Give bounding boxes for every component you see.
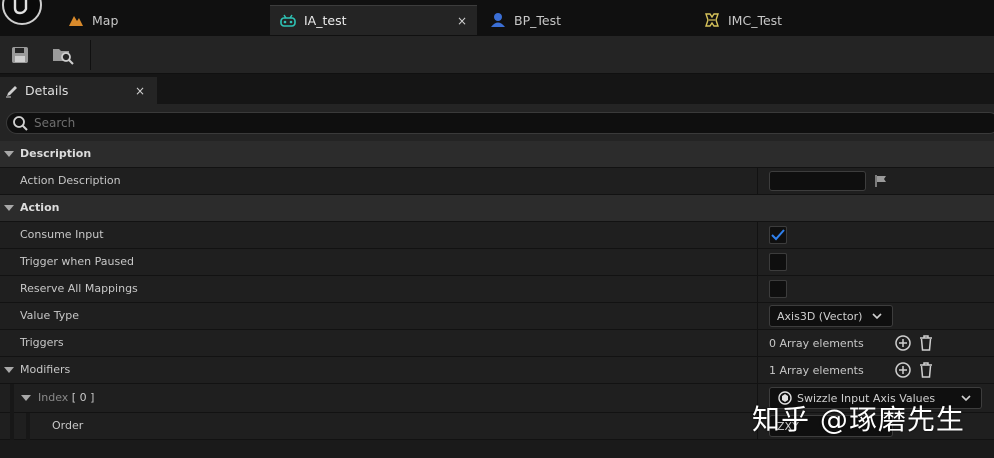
category-title: Description (20, 147, 92, 160)
column-divider[interactable] (757, 222, 758, 248)
property-row-action-description: Action Description (0, 168, 994, 195)
property-row-triggers: Triggers 0 Array elements (0, 330, 994, 357)
chevron-down-icon (872, 311, 882, 321)
collapse-arrow-icon[interactable] (4, 205, 14, 211)
index-label: Index (38, 391, 69, 404)
panel-background (0, 440, 994, 458)
property-row-modifiers: Modifiers 1 Array elements (0, 357, 994, 384)
close-tab-icon[interactable]: × (457, 14, 467, 28)
value-type-dropdown[interactable]: Axis3D (Vector) (769, 305, 893, 327)
triggers-array-count: 0 Array elements (769, 336, 864, 350)
consume-input-checkbox[interactable] (769, 226, 787, 244)
reserve-all-mappings-checkbox[interactable] (769, 280, 787, 298)
property-label: Action Description (20, 174, 121, 187)
column-divider[interactable] (757, 303, 758, 329)
document-tab-bar: Map IA_test × BP_Test IMC_Test (0, 0, 994, 36)
property-label: Modifiers (20, 363, 71, 376)
pencil-icon (5, 84, 19, 98)
modifiers-array-count: 1 Array elements (769, 363, 864, 377)
mapping-context-icon (704, 12, 720, 28)
tab-label: IMC_Test (728, 12, 783, 28)
tab-imc-test[interactable]: IMC_Test (696, 5, 901, 35)
array-index-label: Index [ 0 ] (38, 384, 94, 412)
tab-ia-test[interactable]: IA_test × (270, 5, 477, 35)
tab-label: BP_Test (514, 12, 561, 28)
property-value: 0 Array elements (769, 330, 940, 356)
property-label: Reserve All Mappings (20, 282, 138, 295)
collapse-arrow-icon[interactable] (4, 367, 14, 373)
index-value: [ 0 ] (71, 391, 95, 404)
add-element-icon[interactable] (894, 334, 912, 352)
property-row-trigger-when-paused: Trigger when Paused (0, 249, 994, 276)
watermark-text: 知乎 @琢磨先生 (752, 403, 965, 436)
unreal-logo-icon[interactable] (2, 0, 42, 26)
column-divider[interactable] (757, 168, 758, 194)
property-label: Triggers (20, 336, 64, 349)
trigger-when-paused-checkbox[interactable] (769, 253, 787, 271)
checkmark-icon (771, 229, 785, 241)
column-divider[interactable] (757, 357, 758, 383)
tab-label: IA_test (304, 13, 347, 28)
asset-toolbar (0, 36, 994, 74)
property-grid: Description Action Description Action Co… (0, 141, 994, 440)
property-label: Order (52, 419, 84, 432)
tab-label: Map (92, 12, 119, 28)
column-divider[interactable] (757, 249, 758, 275)
indent-guide (10, 384, 14, 413)
property-value (769, 276, 787, 302)
tab-map[interactable]: Map (60, 5, 265, 35)
delete-icon[interactable] (918, 334, 934, 352)
details-panel-tab-strip: Details × (0, 74, 994, 104)
category-action[interactable]: Action (0, 195, 994, 222)
blueprint-icon (490, 12, 506, 28)
property-label: Value Type (20, 309, 79, 322)
details-tab-label: Details (25, 83, 69, 98)
map-icon (68, 12, 84, 28)
category-title: Action (20, 201, 60, 214)
category-description[interactable]: Description (0, 141, 994, 168)
property-value: Axis3D (Vector) (769, 303, 893, 329)
column-divider[interactable] (757, 276, 758, 302)
add-element-icon[interactable] (894, 361, 912, 379)
search-input[interactable] (34, 116, 434, 130)
close-details-icon[interactable]: × (135, 84, 145, 98)
indent-guide (10, 413, 14, 440)
search-icon (12, 115, 28, 131)
property-value (769, 222, 787, 248)
property-row-reserve-all-mappings: Reserve All Mappings (0, 276, 994, 303)
property-value (769, 249, 787, 275)
browse-icon[interactable] (52, 44, 74, 66)
localization-flag-icon[interactable] (874, 174, 888, 188)
property-label: Trigger when Paused (20, 255, 134, 268)
save-icon[interactable] (9, 44, 31, 66)
indent-guide (26, 413, 30, 440)
value-type-selected: Axis3D (Vector) (777, 309, 863, 323)
collapse-arrow-icon[interactable] (21, 395, 31, 401)
column-divider[interactable] (757, 330, 758, 356)
action-description-input[interactable] (769, 171, 866, 191)
delete-icon[interactable] (918, 361, 934, 379)
toolbar-separator (90, 40, 91, 70)
property-value: 1 Array elements (769, 357, 940, 383)
input-action-icon (280, 13, 296, 29)
tab-bp-test[interactable]: BP_Test (482, 5, 687, 35)
tab-details[interactable]: Details × (0, 77, 157, 104)
property-row-consume-input: Consume Input (0, 222, 994, 249)
property-label: Consume Input (20, 228, 104, 241)
property-row-value-type: Value Type Axis3D (Vector) (0, 303, 994, 330)
collapse-arrow-icon[interactable] (4, 151, 14, 157)
search-bar (0, 104, 994, 141)
search-field[interactable] (6, 112, 994, 134)
property-value (769, 168, 888, 194)
